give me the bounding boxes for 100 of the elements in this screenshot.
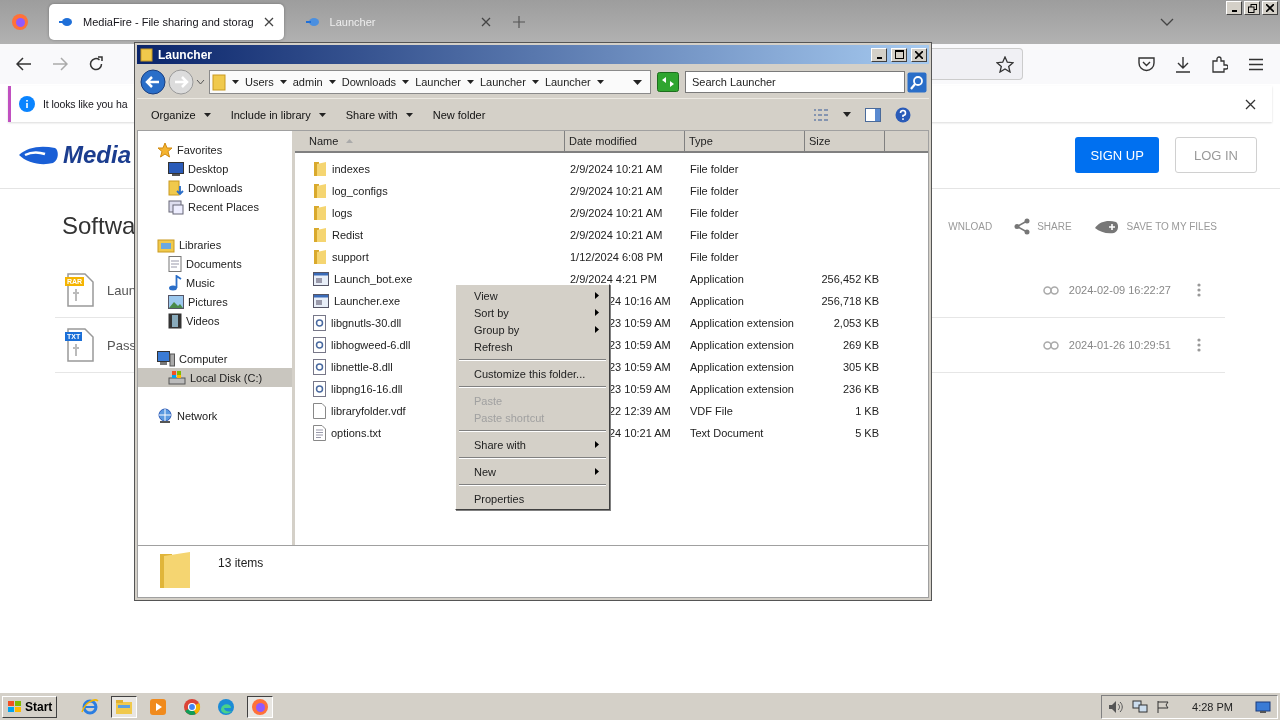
caret-icon[interactable]: [232, 80, 239, 84]
nav-item[interactable]: Pictures: [138, 292, 292, 311]
nav-item[interactable]: Libraries: [138, 235, 292, 254]
back-button-icon[interactable]: [140, 69, 166, 95]
nav-item[interactable]: Documents: [138, 254, 292, 273]
more-icon[interactable]: [1197, 283, 1201, 297]
close-button[interactable]: [1262, 1, 1278, 15]
nav-item[interactable]: Network: [138, 406, 292, 425]
menu-item[interactable]: Group by: [458, 321, 607, 338]
caret-icon[interactable]: [279, 80, 287, 84]
file-name[interactable]: libnettle-8.dll: [331, 361, 393, 373]
windows-flag-icon: [7, 699, 22, 714]
toolbar-button[interactable]: Include in library: [220, 102, 336, 127]
caret-icon[interactable]: [596, 80, 604, 84]
menu-item[interactable]: Refresh: [458, 338, 607, 355]
search-field[interactable]: Search Launcher: [685, 71, 905, 93]
nav-item[interactable]: Downloads: [138, 178, 292, 197]
nav-item[interactable]: Favorites: [138, 140, 292, 159]
breadcrumb[interactable]: Launcher: [544, 76, 591, 88]
extensions-icon[interactable]: [1211, 55, 1228, 73]
more-icon[interactable]: [1197, 338, 1201, 352]
download-icon[interactable]: [1175, 55, 1191, 73]
caret-icon[interactable]: [467, 80, 474, 84]
toolbar-button[interactable]: Share with: [335, 102, 423, 127]
browser-tab[interactable]: MediaFire - File sharing and storag: [49, 4, 284, 40]
nav-item[interactable]: Music: [138, 273, 292, 292]
type-cell: Text Document: [690, 427, 764, 439]
help-icon[interactable]: [895, 106, 911, 123]
close-icon[interactable]: [263, 17, 274, 27]
file-name[interactable]: Redist: [332, 229, 364, 241]
file-name[interactable]: support: [332, 251, 369, 263]
taskbar-app-button[interactable]: [247, 695, 274, 718]
speaker-icon[interactable]: [1108, 699, 1125, 714]
file-name[interactable]: indexes: [332, 163, 370, 175]
column-header[interactable]: Date modified: [565, 131, 685, 153]
file-date: 2024-01-26 10:29:51: [1068, 339, 1171, 351]
refresh-icon[interactable]: [657, 72, 679, 92]
logo-icon[interactable]: [17, 144, 61, 166]
start-button[interactable]: Start: [2, 695, 58, 718]
file-name[interactable]: Launcher.exe: [334, 295, 401, 307]
sign-up-button[interactable]: SIGN UP: [1075, 137, 1159, 173]
address-field[interactable]: [930, 48, 1023, 80]
size-cell: 236 KB: [842, 383, 879, 395]
close-button[interactable]: [911, 47, 927, 62]
file-name[interactable]: libhogweed-6.dll: [331, 339, 411, 351]
restore-button[interactable]: [1244, 1, 1260, 15]
nav-item[interactable]: Local Disk (C:): [138, 368, 292, 387]
breadcrumb[interactable]: admin: [292, 76, 323, 88]
menu-item[interactable]: Share with: [458, 436, 607, 453]
breadcrumb[interactable]: Launcher: [480, 76, 526, 88]
clock-text[interactable]: 4:28 PM: [1192, 700, 1233, 713]
column-header[interactable]: Type: [685, 131, 805, 153]
column-header[interactable]: Size: [805, 131, 885, 153]
maximize-button[interactable]: [891, 47, 907, 62]
nav-item[interactable]: Recent Places: [138, 197, 292, 216]
breadcrumb[interactable]: Users: [245, 76, 274, 88]
share-icon[interactable]: [1014, 217, 1031, 235]
file-name[interactable]: options.txt: [331, 427, 382, 439]
caret-icon[interactable]: [402, 80, 410, 84]
menu-item[interactable]: View: [458, 287, 607, 304]
flag-icon[interactable]: [1156, 699, 1171, 714]
cloud-plus-icon[interactable]: [1093, 218, 1120, 234]
menu-item[interactable]: Sort by: [458, 304, 607, 321]
show-desktop-icon[interactable]: [1255, 700, 1271, 713]
network-status-icon[interactable]: [1132, 699, 1149, 714]
menu-icon[interactable]: [1248, 57, 1264, 71]
file-name[interactable]: Launch_bot.exe: [334, 273, 413, 285]
minimize-button[interactable]: [1226, 1, 1242, 15]
menu-item[interactable]: Properties: [458, 490, 607, 507]
file-name[interactable]: logs: [332, 207, 353, 219]
column-header[interactable]: Name: [295, 131, 565, 153]
file-name[interactable]: libraryfolder.vdf: [331, 405, 406, 417]
breadcrumb[interactable]: Launcher: [415, 76, 461, 88]
minimize-icon: [1231, 10, 1237, 12]
file-name[interactable]: libgnutls-30.dll: [331, 317, 402, 329]
reload-icon[interactable]: [88, 56, 104, 72]
pocket-icon[interactable]: [1138, 56, 1155, 72]
menu-item[interactable]: New: [458, 463, 607, 480]
file-name[interactable]: log_configs: [332, 185, 388, 197]
address-bar[interactable]: Users admin Downloads Launcher Launcher Launcher: [209, 70, 651, 94]
nav-item[interactable]: Computer: [138, 349, 292, 368]
nav-item[interactable]: Desktop: [138, 159, 292, 178]
search-icon[interactable]: [907, 71, 927, 93]
logo-text[interactable]: Media: [63, 141, 131, 169]
back-icon[interactable]: [16, 57, 32, 71]
caret-icon[interactable]: [328, 80, 336, 84]
toolbar-button[interactable]: Organize: [141, 102, 221, 127]
menu-item[interactable]: Customize this folder...: [458, 365, 607, 382]
star-icon[interactable]: [996, 55, 1014, 73]
close-icon[interactable]: [1245, 98, 1256, 110]
file-name[interactable]: libpng16-16.dll: [331, 383, 403, 395]
taskbar-app-button[interactable]: [111, 695, 138, 718]
preview-pane-icon[interactable]: [865, 107, 881, 122]
chevron-down-icon[interactable]: [1160, 18, 1174, 26]
toolbar-button[interactable]: New folder: [422, 102, 496, 127]
minimize-button[interactable]: [871, 47, 887, 62]
breadcrumb[interactable]: Downloads: [341, 76, 397, 88]
nav-item[interactable]: Videos: [138, 311, 292, 330]
caret-icon[interactable]: [843, 112, 851, 117]
caret-icon[interactable]: [531, 80, 539, 84]
